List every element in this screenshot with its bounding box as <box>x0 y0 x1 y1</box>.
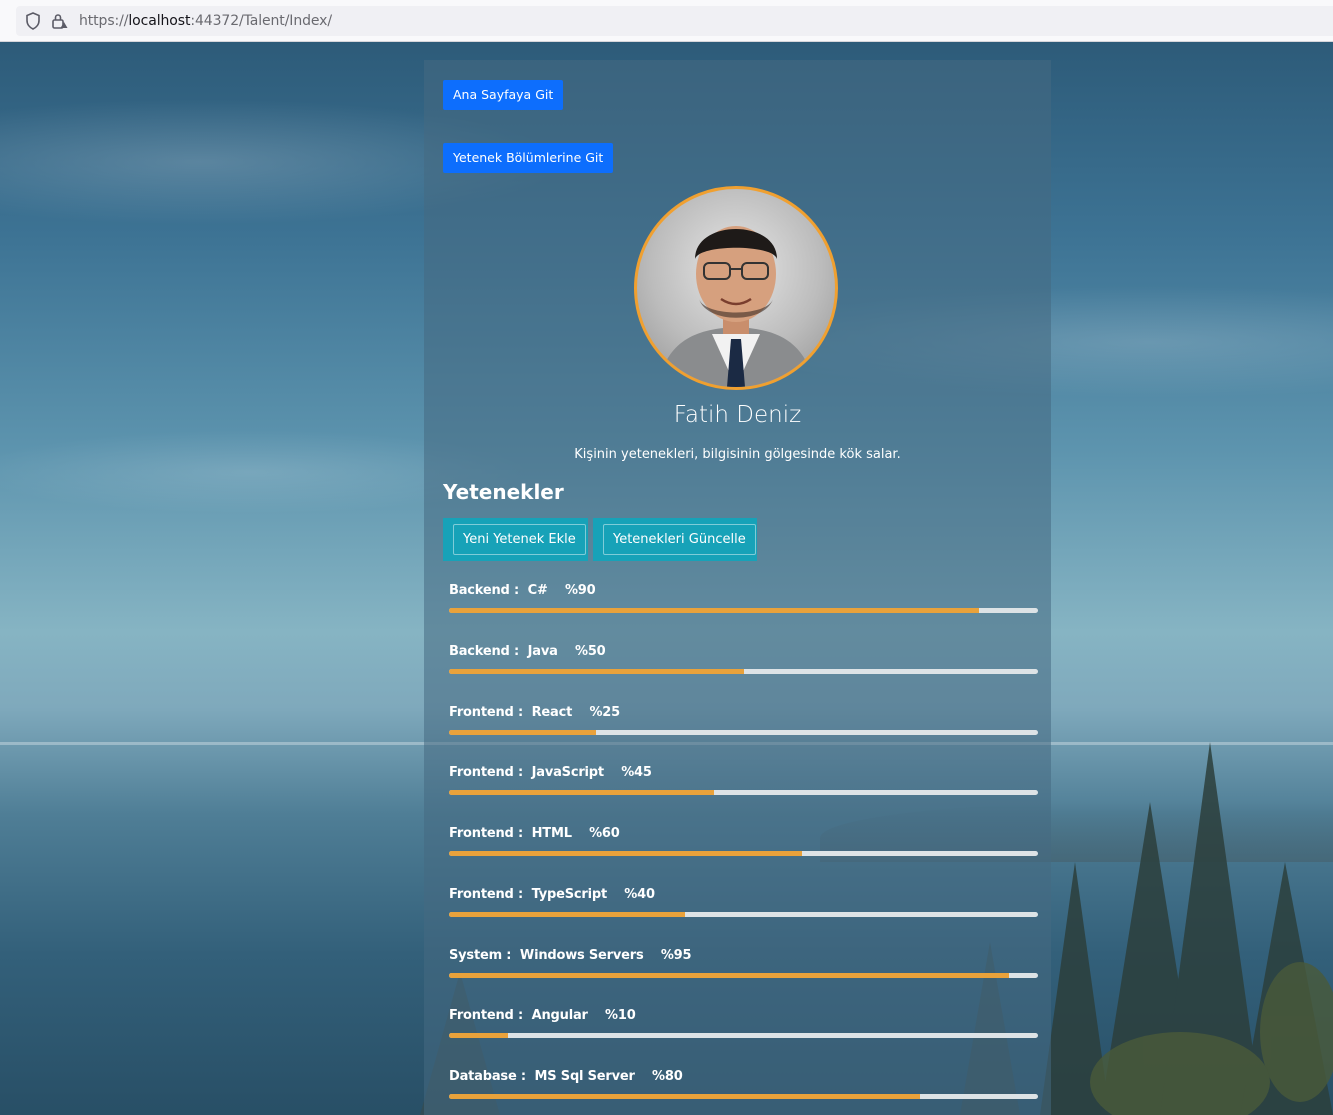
profile-photo <box>657 226 815 387</box>
skill-progress-bar <box>449 790 1038 796</box>
skill-item: Database : MS Sql Server %80 <box>449 1069 1038 1099</box>
url-text[interactable]: https://localhost:44372/Talent/Index/ <box>79 13 332 29</box>
skill-label: Frontend : HTML %60 <box>449 826 620 841</box>
talent-card: Ana Sayfaya Git Yetenek Bölümlerine Git … <box>424 60 1051 1115</box>
skill-item: Backend : Java %50 <box>449 643 1038 674</box>
skill-progress-fill <box>449 851 803 856</box>
profile-quote: Kişinin yetenekleri, bilgisinin gölgesin… <box>574 447 901 462</box>
skill-progress-fill <box>449 1033 508 1039</box>
skill-progress-bar <box>449 911 1038 917</box>
skill-item: Frontend : Angular %10 <box>449 1008 1038 1039</box>
skill-item: Frontend : React %25 <box>449 704 1038 735</box>
skill-progress-bar <box>449 851 1038 856</box>
lock-icon[interactable] <box>51 12 69 35</box>
skill-label: Database : MS Sql Server %80 <box>449 1069 683 1084</box>
skill-item: System : Windows Servers %95 <box>449 947 1038 978</box>
skill-item: Frontend : JavaScript %45 <box>449 765 1038 796</box>
skill-item: Backend : C# %90 <box>449 583 1038 613</box>
skill-progress-fill <box>449 972 1009 978</box>
skill-progress-bar <box>449 608 1038 613</box>
skill-label: Frontend : React %25 <box>449 704 620 720</box>
skills-heading: Yetenekler <box>443 480 564 504</box>
skill-item: Frontend : TypeScript %40 <box>449 886 1038 917</box>
skill-progress-fill <box>449 668 744 674</box>
skill-label: Frontend : Angular %10 <box>449 1008 636 1024</box>
avatar <box>634 186 838 390</box>
url-field[interactable]: https://localhost:44372/Talent/Index/ <box>16 6 1333 36</box>
skill-progress-fill <box>449 729 597 735</box>
skill-progress-bar <box>449 972 1038 978</box>
skill-label: System : Windows Servers %95 <box>449 947 692 963</box>
skill-label: Frontend : TypeScript %40 <box>449 886 655 902</box>
shield-icon[interactable] <box>25 12 41 35</box>
add-skill-box[interactable]: Yeni Yetenek Ekle <box>443 518 588 561</box>
skill-label: Backend : C# %90 <box>449 583 596 598</box>
home-button[interactable]: Ana Sayfaya Git <box>443 80 564 110</box>
update-skills-box[interactable]: Yetenekleri Güncelle <box>593 518 757 561</box>
skill-label: Frontend : JavaScript %45 <box>449 765 652 781</box>
skill-progress-bar <box>449 729 1038 735</box>
skill-item: Frontend : HTML %60 <box>449 826 1038 856</box>
add-skill-button[interactable]: Yeni Yetenek Ekle <box>453 524 586 555</box>
skill-progress-fill <box>449 911 685 917</box>
skill-progress-fill <box>449 1094 921 1099</box>
skill-progress-fill <box>449 790 715 796</box>
skill-progress-bar <box>449 1033 1038 1039</box>
browser-address-bar: https://localhost:44372/Talent/Index/ <box>0 0 1333 42</box>
skill-label: Backend : Java %50 <box>449 643 606 659</box>
skill-progress-bar <box>449 1094 1038 1099</box>
skill-sections-button[interactable]: Yetenek Bölümlerine Git <box>443 143 614 173</box>
update-skills-button[interactable]: Yetenekleri Güncelle <box>603 524 756 555</box>
skill-progress-bar <box>449 668 1038 674</box>
skill-progress-fill <box>449 608 980 613</box>
profile-name: Fatih Deniz <box>673 402 802 428</box>
